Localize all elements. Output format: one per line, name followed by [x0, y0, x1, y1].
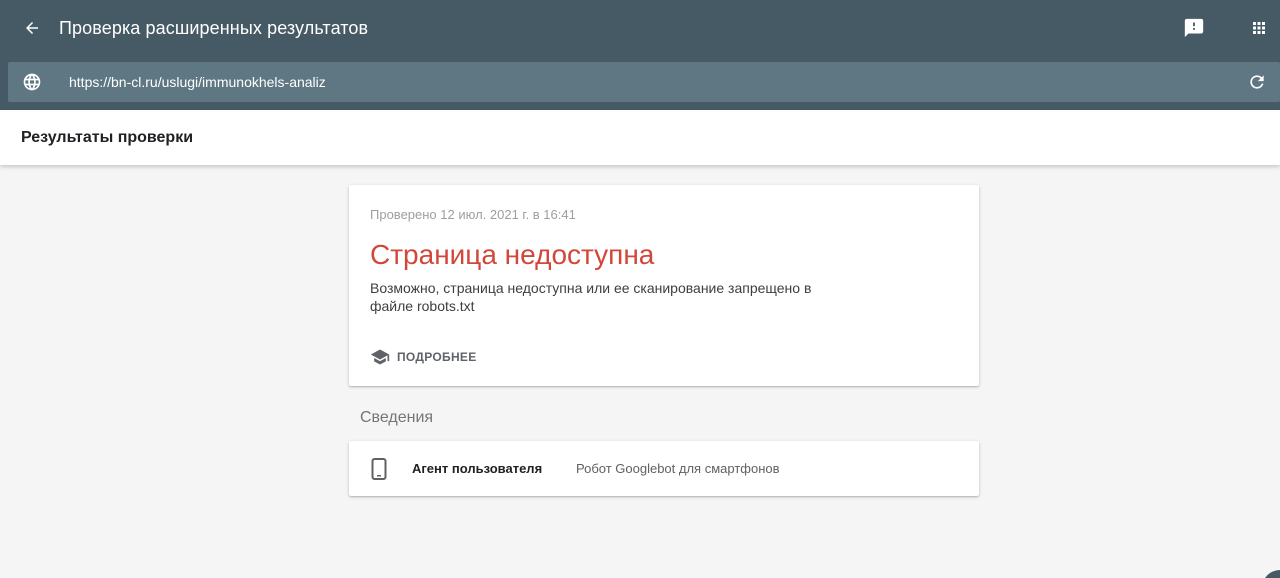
smartphone-icon: [371, 458, 387, 480]
app-bar: Проверка расширенных результатов https:/…: [0, 0, 1280, 110]
status-card: Проверено 12 июл. 2021 г. в 16:41 Страни…: [349, 185, 979, 386]
detail-value-user-agent: Робот Googlebot для смартфонов: [576, 461, 780, 476]
status-heading: Страница недоступна: [370, 239, 655, 270]
details-section-label: Сведения: [360, 409, 434, 426]
arrow-back-icon: [26, 22, 38, 34]
floating-action-button[interactable]: [1262, 570, 1280, 578]
globe-icon: [23, 73, 41, 91]
feedback-icon: [1184, 18, 1204, 38]
feedback-button[interactable]: [1180, 14, 1208, 42]
results-title: Результаты проверки: [21, 129, 194, 146]
back-button[interactable]: [18, 14, 46, 42]
learn-more-button[interactable]: ПОДРОБНЕЕ: [370, 345, 477, 369]
apps-button[interactable]: [1245, 14, 1273, 42]
school-icon: [370, 349, 390, 365]
checked-timestamp: Проверено 12 июл. 2021 г. в 16:41: [370, 207, 576, 222]
results-header: Результаты проверки: [0, 110, 1280, 165]
refresh-button[interactable]: [1245, 70, 1269, 94]
url-text[interactable]: https://bn-cl.ru/uslugi/immunokhels-anal…: [69, 73, 326, 91]
url-bar[interactable]: https://bn-cl.ru/uslugi/immunokhels-anal…: [8, 62, 1280, 102]
detail-key-user-agent: Агент пользователя: [412, 461, 543, 476]
apps-grid-icon: [1253, 22, 1265, 34]
details-card: Агент пользователя Робот Googlebot для с…: [349, 441, 979, 496]
refresh-icon: [1250, 75, 1264, 89]
status-description: Возможно, страница недоступна или ее ска…: [370, 280, 812, 314]
page-title: Проверка расширенных результатов: [59, 18, 369, 38]
learn-more-label: ПОДРОБНЕЕ: [397, 350, 477, 364]
